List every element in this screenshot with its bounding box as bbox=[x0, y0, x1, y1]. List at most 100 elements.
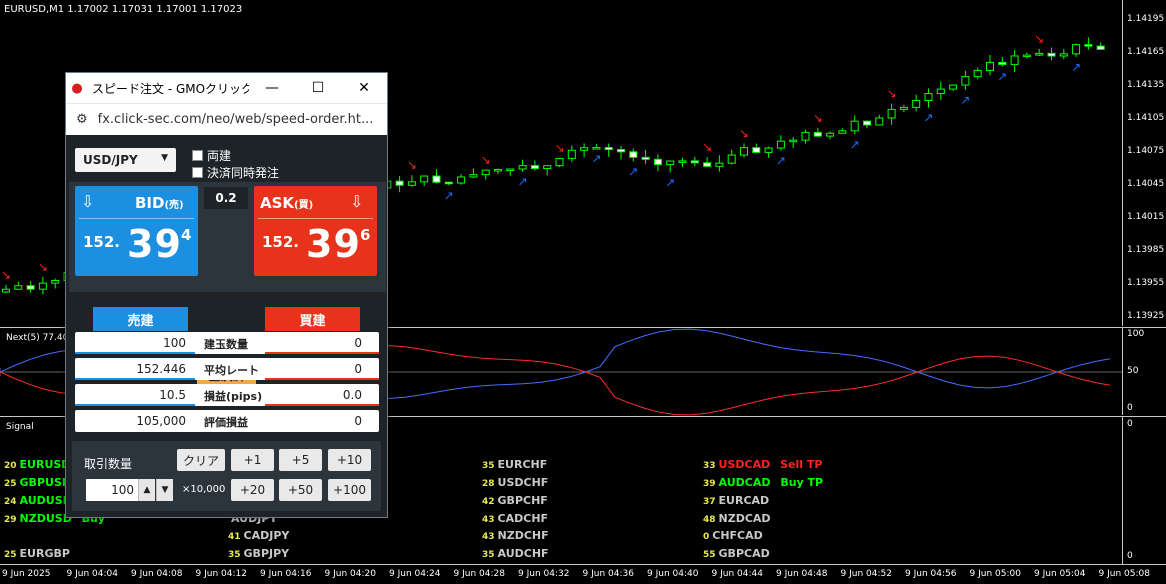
sell-arrow-icon: ↘ bbox=[407, 158, 417, 172]
price-tick: 1.13985 bbox=[1127, 245, 1165, 255]
plus-100-button[interactable]: +100 bbox=[328, 479, 371, 501]
candle-body bbox=[592, 147, 601, 150]
site-settings-icon[interactable]: ⚙ bbox=[76, 112, 88, 127]
pair-value: USD/JPY bbox=[83, 153, 138, 167]
sell-value: 10.5 bbox=[159, 388, 186, 402]
signal-action: Sell TP bbox=[776, 458, 823, 471]
candle-body bbox=[641, 156, 650, 160]
time-tick: 9 Jun 04:24 bbox=[389, 569, 441, 579]
buy-position-header[interactable]: 買建 bbox=[265, 307, 360, 331]
sell-arrow-icon: ↘ bbox=[38, 260, 48, 274]
plus-10-button[interactable]: +10 bbox=[328, 449, 371, 471]
decrement-icon[interactable]: ▼ bbox=[156, 479, 173, 501]
sell-arrow-icon: ↘ bbox=[813, 111, 823, 125]
clear-button[interactable]: クリア bbox=[177, 449, 225, 471]
row-label: 建玉数量 bbox=[204, 338, 248, 351]
candle-body bbox=[678, 160, 687, 163]
signal-strength: 20 bbox=[4, 461, 17, 471]
window-titlebar[interactable]: ● スピード注文 - GMOクリック証... — ☐ ✕ bbox=[66, 73, 387, 103]
signal-pair: GBPUSD bbox=[19, 476, 71, 489]
candle-body bbox=[1072, 44, 1081, 55]
close-button[interactable]: ✕ bbox=[341, 73, 387, 103]
signal-tick: 0 bbox=[1127, 419, 1133, 429]
signal-row: 25 EURGBP bbox=[4, 547, 70, 560]
ask-button[interactable]: ASK(買) ⇩ 152. 39 6 bbox=[254, 186, 377, 276]
candle-body bbox=[1096, 45, 1105, 50]
signal-pair: EURCHF bbox=[497, 458, 548, 471]
sell-underline bbox=[75, 378, 195, 380]
address-bar[interactable]: ⚙ fx.click-sec.com/neo/web/speed-order.h… bbox=[66, 103, 387, 135]
sell-position-header[interactable]: 売建 bbox=[93, 307, 188, 331]
buy-arrow-icon: ↗ bbox=[850, 137, 860, 151]
candle-body bbox=[887, 108, 896, 119]
oscillator-axis: 100 50 0 bbox=[1122, 327, 1166, 415]
candle-body bbox=[973, 69, 982, 78]
bid-button[interactable]: ⇩ BID(売) 152. 39 4 bbox=[75, 186, 198, 276]
candle-body bbox=[1022, 54, 1031, 58]
candle-body bbox=[986, 61, 994, 71]
time-tick: 9 Jun 04:52 bbox=[840, 569, 892, 579]
time-axis: 9 Jun 2025 9 Jun 04:04 9 Jun 04:08 9 Jun 04… bbox=[0, 564, 1166, 584]
candle-body bbox=[838, 130, 847, 134]
time-tick: 9 Jun 04:04 bbox=[66, 569, 118, 579]
signal-strength: 25 bbox=[4, 479, 17, 489]
candle-body bbox=[789, 139, 798, 143]
currency-pair-select[interactable]: USD/JPY ▼ bbox=[75, 148, 176, 172]
signal-pair: NZDCAD bbox=[718, 512, 771, 525]
ask-pips: 39 bbox=[306, 222, 361, 266]
candle-body bbox=[1084, 44, 1093, 47]
time-tick: 9 Jun 04:08 bbox=[131, 569, 183, 579]
signal-strength: 35 bbox=[482, 461, 495, 471]
candle-body bbox=[924, 93, 933, 101]
plus-50-button[interactable]: +50 bbox=[279, 479, 322, 501]
price-axis: 1.14195 1.14165 1.14135 1.14105 1.14075 1.140… bbox=[1122, 0, 1166, 326]
candle-body bbox=[998, 61, 1007, 65]
candle-body bbox=[653, 158, 662, 166]
buy-underline bbox=[265, 404, 379, 406]
candle-body bbox=[604, 147, 613, 151]
ryodate-checkbox[interactable]: 両建 bbox=[192, 147, 231, 164]
increment-icon[interactable]: ▲ bbox=[138, 479, 155, 501]
plus-20-button[interactable]: +20 bbox=[231, 479, 274, 501]
lot-quantity-input[interactable]: 100 bbox=[86, 479, 138, 501]
price-tick: 1.14045 bbox=[1127, 179, 1165, 189]
url-text: fx.click-sec.com/neo/web/speed-order.ht.… bbox=[97, 112, 374, 127]
buy-underline bbox=[265, 352, 379, 354]
plus-1-button[interactable]: +1 bbox=[231, 449, 274, 471]
sell-value: 152.446 bbox=[136, 362, 186, 376]
candle-body bbox=[666, 160, 675, 166]
maximize-button[interactable]: ☐ bbox=[295, 73, 341, 103]
signal-strength: 28 bbox=[482, 479, 495, 489]
signal-pair: EURCAD bbox=[718, 494, 770, 507]
signal-action: Buy TP bbox=[776, 476, 824, 489]
signal-pair: USDCAD bbox=[718, 458, 771, 471]
signal-pair: CADCHF bbox=[497, 512, 549, 525]
candle-body bbox=[506, 168, 515, 172]
time-tick: 9 Jun 04:16 bbox=[260, 569, 312, 579]
row-label: 平均レート bbox=[204, 364, 259, 377]
chart-title: EURUSD,M1 1.17002 1.17031 1.17001 1.1702… bbox=[4, 4, 243, 15]
plus-5-button[interactable]: +5 bbox=[279, 449, 322, 471]
signal-pair: AUDCHF bbox=[497, 547, 549, 560]
signal-pair: GBPJPY bbox=[243, 547, 290, 560]
candle-body bbox=[776, 140, 785, 149]
speed-order-window[interactable]: ● スピード注文 - GMOクリック証... — ☐ ✕ ⚙ fx.click-… bbox=[65, 72, 388, 518]
signal-strength: 33 bbox=[703, 461, 716, 471]
checkbox-box[interactable] bbox=[192, 167, 203, 178]
signal-row: 37 EURCAD bbox=[703, 494, 769, 507]
signal-pair: NZDUSD bbox=[19, 512, 72, 525]
candle-body bbox=[395, 180, 404, 186]
signal-row: 43 NZDCHF bbox=[482, 529, 549, 542]
candle-body bbox=[457, 176, 466, 184]
price-tick: 1.14195 bbox=[1127, 14, 1165, 24]
osc-tick: 100 bbox=[1127, 329, 1145, 339]
checkbox-box[interactable] bbox=[192, 150, 203, 161]
lot-label: 取引数量 bbox=[84, 457, 133, 471]
signal-row: 43 CADCHF bbox=[482, 512, 548, 525]
sell-arrow-icon: ↘ bbox=[555, 141, 565, 155]
signal-row: 39 AUDCAD Buy TP bbox=[703, 476, 823, 489]
minimize-button[interactable]: — bbox=[249, 73, 295, 103]
buy-arrow-icon: ↗ bbox=[628, 164, 638, 178]
kessai-checkbox[interactable]: 決済同時発注 bbox=[192, 164, 279, 181]
candle-body bbox=[555, 157, 564, 167]
